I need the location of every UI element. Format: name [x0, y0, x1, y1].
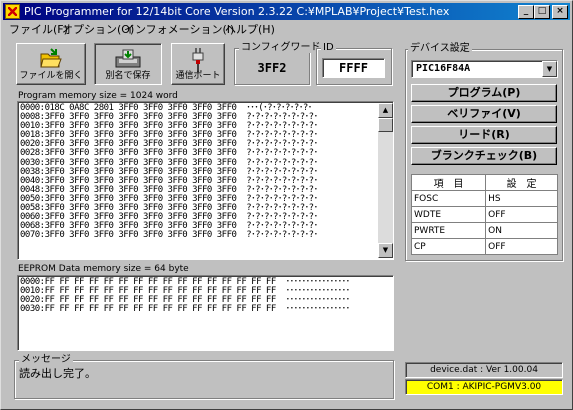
config-value[interactable]: HS — [485, 190, 558, 207]
comm-port-label: 通信ポート — [175, 71, 221, 81]
save-as-label: 別名で保存 — [105, 71, 151, 81]
device-select-value: PIC16F84A — [416, 63, 471, 74]
eeprom-view[interactable]: 0000:FF FF FF FF FF FF FF FF FF FF FF FF… — [17, 275, 394, 351]
table-row[interactable]: CP OFF — [410, 238, 558, 255]
config-value[interactable]: OFF — [485, 238, 558, 255]
blank-check-button[interactable]: ブランクチェック(B) — [411, 147, 557, 165]
config-table-header: 項 目 設 定 — [410, 174, 558, 191]
menu-bar: ファイル(F) オプション(O) インフォメーション(I) ヘルプ(H) — [3, 20, 570, 36]
header-item: 項 目 — [410, 174, 487, 191]
app-icon[interactable] — [5, 4, 20, 19]
scroll-thumb[interactable] — [378, 118, 393, 132]
table-row[interactable]: WDTE OFF — [410, 206, 558, 223]
minimize-button[interactable]: _ — [518, 5, 534, 19]
chevron-down-icon[interactable]: ▼ — [542, 61, 557, 77]
device-dat-status: device.dat : Ver 1.00.04 — [405, 362, 563, 378]
table-row[interactable]: FOSC HS — [410, 190, 558, 207]
header-value: 設 定 — [485, 174, 558, 191]
id-legend: ID — [321, 42, 336, 53]
config-word-value: 3FF2 — [241, 58, 303, 78]
verify-button[interactable]: ベリファイ(V) — [411, 105, 557, 123]
message-text: 読み出し完了。 — [19, 367, 96, 380]
main-window: PIC Programmer for 12/14bit Core Version… — [0, 0, 573, 410]
eeprom-lines: 0000:FF FF FF FF FF FF FF FF FF FF FF FF… — [20, 277, 350, 315]
title-bar: PIC Programmer for 12/14bit Core Version… — [3, 3, 570, 20]
save-as-button[interactable]: 別名で保存 — [94, 43, 162, 85]
eeprom-label: EEPROM Data memory size = 64 byte — [18, 264, 189, 274]
close-button[interactable]: × — [552, 5, 568, 19]
config-value[interactable]: ON — [485, 222, 558, 239]
open-file-label: ファイルを開く — [19, 71, 83, 81]
config-item: PWRTE — [410, 222, 487, 239]
read-button[interactable]: リード(R) — [411, 126, 557, 144]
program-memory-scrollbar[interactable]: ▲ ▼ — [378, 103, 393, 258]
window-title: PIC Programmer for 12/14bit Core Version… — [24, 5, 450, 18]
scroll-up-icon[interactable]: ▲ — [378, 103, 393, 118]
config-item: WDTE — [410, 206, 487, 223]
device-settings-legend: デバイス設定 — [408, 43, 472, 54]
menu-information[interactable]: インフォメーション(I) — [124, 21, 234, 37]
program-memory-row: 0070:3FF0 3FF0 3FF0 3FF0 3FF0 3FF0 3FF0 … — [20, 230, 318, 241]
message-legend: メッセージ — [19, 354, 73, 365]
comm-port-button[interactable]: 通信ポート — [171, 43, 225, 85]
maximize-button[interactable]: □ — [534, 5, 550, 19]
eeprom-row: 0030:FF FF FF FF FF FF FF FF FF FF FF FF… — [20, 304, 350, 315]
config-value[interactable]: OFF — [485, 206, 558, 223]
config-word-legend: コンフィグワード — [239, 42, 323, 53]
config-item: FOSC — [410, 190, 487, 207]
open-file-button[interactable]: ファイルを開く — [16, 43, 86, 85]
menu-help[interactable]: ヘルプ(H) — [225, 21, 275, 37]
program-memory-label: Program memory size = 1024 word — [18, 91, 178, 101]
id-value[interactable]: FFFF — [322, 58, 385, 78]
device-select[interactable]: PIC16F84A ▼ — [411, 60, 558, 78]
config-item: CP — [410, 238, 487, 255]
com-port-status: COM1 : AKIPIC-PGMV3.00 — [405, 379, 563, 395]
program-memory-view[interactable]: 0000:018C 0A8C 2801 3FF0 3FF0 3FF0 3FF0 … — [17, 101, 394, 260]
program-button[interactable]: プログラム(P) — [411, 84, 557, 102]
table-row[interactable]: PWRTE ON — [410, 222, 558, 239]
menu-file[interactable]: ファイル(F) — [9, 21, 68, 37]
program-memory-lines: 0000:018C 0A8C 2801 3FF0 3FF0 3FF0 3FF0 … — [20, 103, 318, 241]
config-settings-table: 項 目 設 定 FOSC HS WDTE OFF PWRTE ON CP OFF — [410, 174, 558, 255]
scroll-down-icon[interactable]: ▼ — [378, 243, 393, 258]
